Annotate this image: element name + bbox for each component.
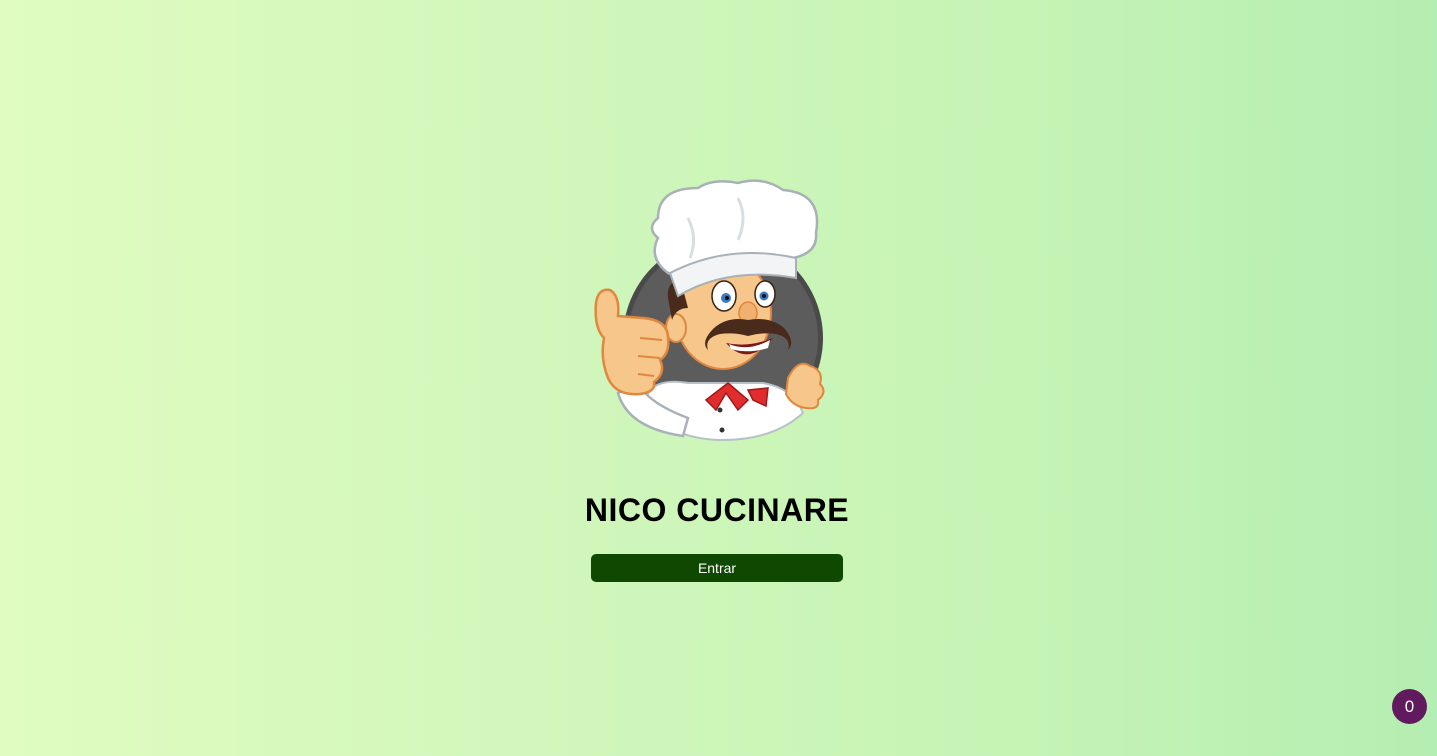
- landing-screen: NICO CUCINARE Entrar: [0, 0, 1437, 756]
- enter-button[interactable]: Entrar: [591, 554, 843, 582]
- notification-badge[interactable]: 0: [1392, 689, 1427, 724]
- chef-mascot-icon: [594, 179, 825, 442]
- page-title: NICO CUCINARE: [584, 492, 850, 528]
